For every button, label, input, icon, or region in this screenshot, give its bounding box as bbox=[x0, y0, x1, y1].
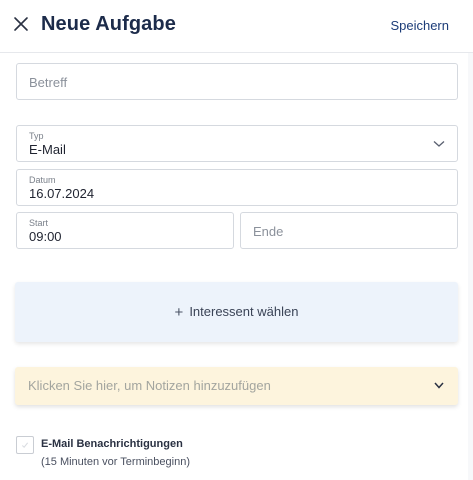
notes-panel[interactable]: Klicken Sie hier, um Notizen hinzuzufüge… bbox=[15, 367, 458, 405]
save-button[interactable]: Speichern bbox=[390, 18, 449, 33]
check-icon bbox=[21, 442, 29, 449]
interessent-content: + Interessent wählen bbox=[15, 304, 458, 321]
header-bar: Neue Aufgabe Speichern bbox=[0, 0, 473, 53]
select-interessent-button[interactable]: + Interessent wählen bbox=[15, 282, 458, 342]
date-label: Datum bbox=[29, 175, 56, 185]
email-notification-checkbox[interactable] bbox=[16, 436, 34, 454]
start-value: 09:00 bbox=[29, 229, 62, 244]
notification-sublabel: (15 Minuten vor Terminbeginn) bbox=[41, 456, 190, 468]
date-field[interactable]: Datum 16.07.2024 bbox=[16, 169, 458, 206]
page-title: Neue Aufgabe bbox=[41, 13, 176, 35]
type-label: Typ bbox=[29, 131, 44, 141]
scrollbar-track[interactable] bbox=[468, 53, 473, 480]
date-value: 16.07.2024 bbox=[29, 186, 95, 201]
end-placeholder: Ende bbox=[253, 224, 284, 239]
start-label: Start bbox=[29, 218, 49, 228]
type-value: E-Mail bbox=[29, 142, 66, 157]
type-select[interactable]: Typ E-Mail bbox=[16, 125, 458, 162]
close-icon[interactable] bbox=[12, 15, 30, 33]
chevron-down-icon bbox=[433, 141, 445, 147]
interessent-label: Interessent wählen bbox=[189, 304, 299, 319]
notification-label: E-Mail Benachrichtigungen bbox=[41, 438, 183, 450]
subject-field[interactable]: Betreff bbox=[16, 63, 458, 100]
plus-icon: + bbox=[174, 304, 184, 321]
notes-placeholder: Klicken Sie hier, um Notizen hinzuzufüge… bbox=[28, 378, 271, 393]
chevron-down-icon bbox=[434, 382, 444, 389]
end-time-field[interactable]: Ende bbox=[240, 212, 458, 249]
subject-placeholder: Betreff bbox=[29, 75, 68, 90]
start-time-field[interactable]: Start 09:00 bbox=[16, 212, 234, 249]
